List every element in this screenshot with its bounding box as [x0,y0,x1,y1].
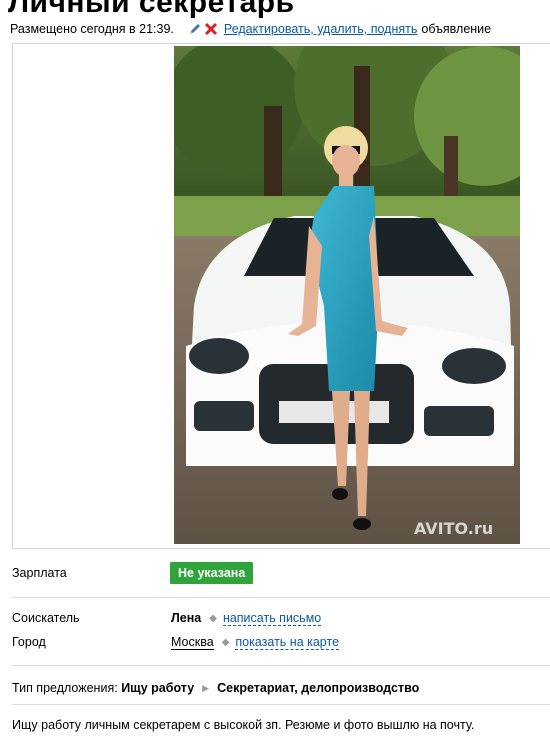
salary-label: Зарплата [12,566,67,580]
description-text: Ищу работу личным секретарем с высокой з… [12,718,475,732]
page-title: Личный секретарь [8,0,295,19]
edit-delete-raise-link[interactable]: Редактировать, удалить, поднять [224,22,417,36]
delete-x-icon[interactable] [204,22,218,36]
offer-type-label: Тип предложения: [12,681,118,695]
offer-type-value: Ищу работу [121,681,195,695]
arrow-icon: ▶ [202,683,210,693]
city-row: Москва ◆ показать на карте [171,635,340,650]
offer-type-row: Тип предложения: Ищу работу ▶ Секретариат,… [12,681,419,695]
city-link[interactable]: Москва [171,635,214,650]
listing-photo[interactable]: AVITO.ru [174,46,520,544]
listing-meta: Размещено сегодня в 21:39. Редактировать… [10,22,491,36]
show-map-link[interactable]: показать на карте [235,635,340,650]
pencil-icon[interactable] [188,22,202,36]
applicant-label: Соискатель [12,611,80,625]
divider-2 [12,665,550,666]
city-label: Город [12,635,46,649]
applicant-row: Лена ◆ написать письмо [171,611,322,626]
posted-date: Размещено сегодня в 21:39. [10,22,174,36]
photo-watermark: AVITO.ru [414,519,493,538]
bullet-icon: ◆ [221,637,230,648]
applicant-name: Лена [171,611,202,625]
divider-1 [12,597,550,598]
bullet-icon: ◆ [209,613,217,624]
offer-category: Секретариат, делопроизводство [217,681,420,695]
edit-tail-text: объявление [421,22,492,36]
divider-3 [12,704,550,705]
write-letter-link[interactable]: написать письмо [222,611,322,626]
salary-badge: Не указана [170,562,254,584]
